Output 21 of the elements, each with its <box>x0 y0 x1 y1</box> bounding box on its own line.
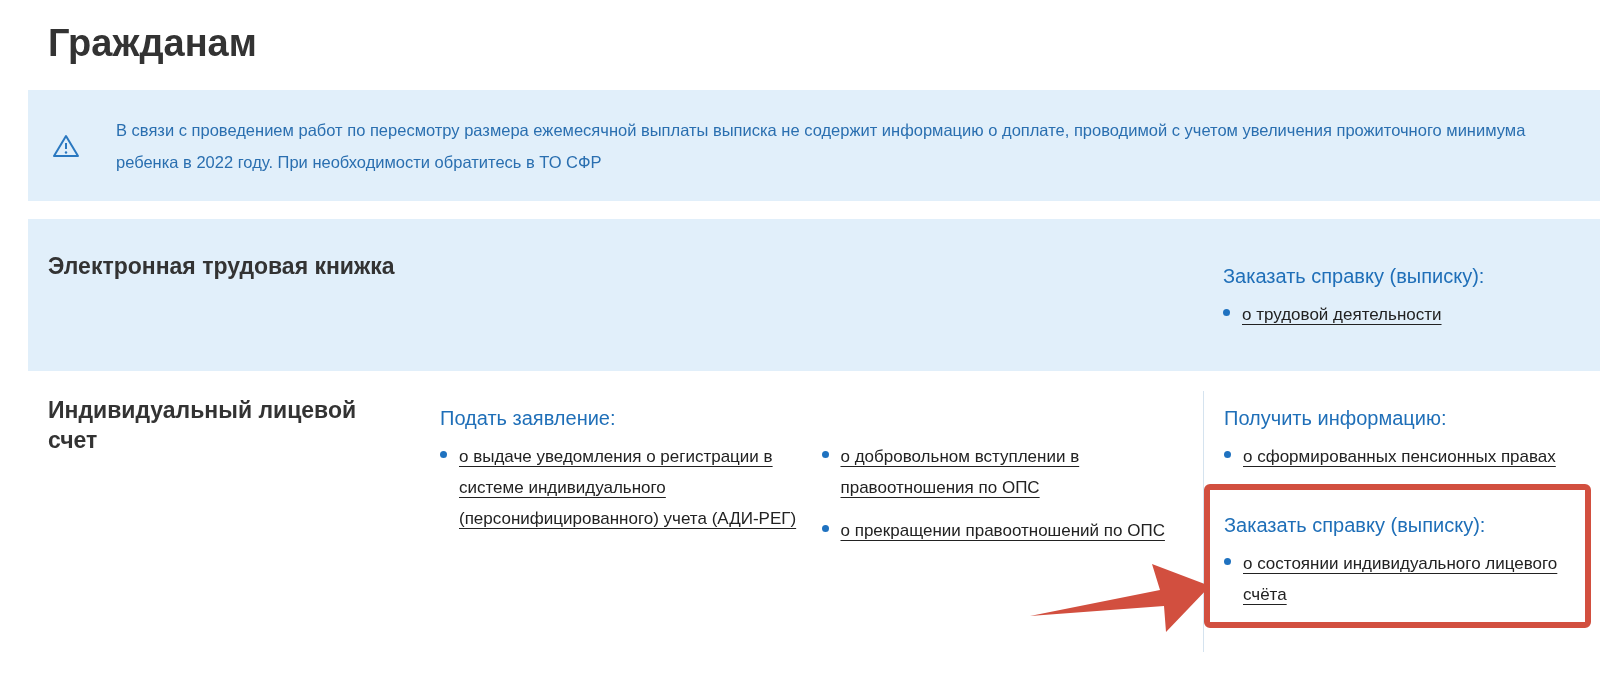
section-title: Индивидуальный лицевой счет <box>47 396 358 455</box>
group-heading: Заказать справку (выписку): <box>1223 264 1486 289</box>
bullet-icon <box>1224 451 1231 458</box>
bullet-icon <box>821 451 829 458</box>
link[interactable]: о сформированных пенсионных правах <box>1243 441 1556 472</box>
notice-text: В связи с проведением работ по пересмотру размера ежемесячной выплаты выписка не содержит информацию о доплате, проводимой с учетом увеличения прожиточного минимума ребенка в 2022 году. При необходимости обратитесь в ТО СФР <box>116 119 1527 173</box>
group-heading: Получить информацию: <box>1224 406 1448 431</box>
link[interactable]: о прекращении правоотношений по ОПС <box>840 515 1165 546</box>
bullet-icon <box>821 525 829 532</box>
bullet-icon <box>1224 558 1231 565</box>
link[interactable]: о трудовой деятельности <box>1242 299 1442 330</box>
warning-icon <box>52 132 80 159</box>
section-title: Электронная трудовая книжка <box>47 252 396 281</box>
bullet-icon <box>440 451 447 458</box>
link[interactable]: о добровольном вступлении в правоотношения по ОПС <box>840 441 1179 503</box>
group-heading: Заказать справку (выписку): <box>1224 513 1487 538</box>
bullet-icon <box>1223 309 1230 316</box>
link[interactable]: о состоянии индивидуального лицевого счёта <box>1243 548 1569 610</box>
link[interactable]: о выдаче уведомления о регистрации в системе индивидуального (персонифицированного) учета (АДИ-РЕГ) <box>459 441 798 534</box>
page-title: Гражданам <box>47 21 258 66</box>
group-heading: Подать заявление: <box>440 406 617 431</box>
